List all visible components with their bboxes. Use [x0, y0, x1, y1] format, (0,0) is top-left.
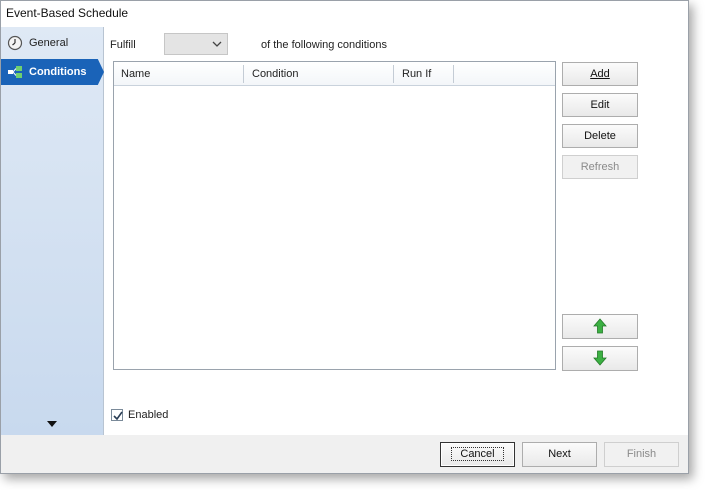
conditions-panel: Fulfill of the following conditions Name…: [104, 27, 688, 435]
sidebar-item-label: General: [29, 37, 69, 49]
column-header-run-if[interactable]: Run If: [395, 62, 431, 86]
fulfill-suffix-label: of the following conditions: [261, 39, 387, 51]
column-divider[interactable]: [453, 65, 454, 83]
enabled-checkbox[interactable]: [111, 409, 123, 421]
finish-button[interactable]: Finish: [604, 442, 679, 467]
conditions-table[interactable]: Name Condition Run If: [113, 61, 556, 370]
cancel-button-label: Cancel: [451, 447, 504, 461]
edit-button-label: Edit: [590, 99, 610, 111]
checkmark-icon: [113, 411, 123, 421]
clock-icon: [7, 35, 23, 51]
move-up-button[interactable]: [562, 314, 638, 339]
sidebar-item-label: Conditions: [29, 66, 87, 78]
sidebar-item-general[interactable]: General: [1, 30, 104, 56]
event-based-schedule-dialog: Event-Based Schedule General Conditions …: [0, 0, 689, 474]
move-down-button[interactable]: [562, 346, 638, 371]
fulfill-label: Fulfill: [110, 39, 136, 51]
delete-button[interactable]: Delete: [562, 124, 638, 148]
column-header-condition[interactable]: Condition: [245, 62, 298, 86]
finish-button-label: Finish: [626, 448, 657, 460]
conditions-icon: [7, 64, 23, 80]
refresh-button[interactable]: Refresh: [562, 155, 638, 179]
table-header: Name Condition Run If: [114, 62, 555, 86]
arrow-down-icon: [593, 350, 607, 366]
next-button-label: Next: [548, 448, 571, 460]
sidebar: General Conditions: [1, 27, 104, 435]
add-button[interactable]: Add: [562, 62, 638, 86]
column-divider[interactable]: [243, 65, 244, 83]
chevron-down-icon: [212, 41, 222, 47]
delete-button-label: Delete: [584, 130, 616, 142]
sidebar-item-conditions[interactable]: Conditions: [1, 59, 104, 85]
window-title: Event-Based Schedule: [1, 1, 688, 27]
fulfill-select[interactable]: [164, 33, 228, 55]
next-button[interactable]: Next: [522, 442, 597, 467]
column-header-name[interactable]: Name: [114, 62, 150, 86]
arrow-up-icon: [593, 318, 607, 334]
enabled-label: Enabled: [128, 409, 169, 421]
cancel-button[interactable]: Cancel: [440, 442, 515, 467]
refresh-button-label: Refresh: [580, 161, 620, 173]
edit-button[interactable]: Edit: [562, 93, 638, 117]
sidebar-scroll-down-icon[interactable]: [47, 421, 57, 427]
add-button-label: Add: [590, 68, 610, 80]
column-divider[interactable]: [393, 65, 394, 83]
enabled-checkbox-row[interactable]: Enabled: [111, 409, 168, 421]
